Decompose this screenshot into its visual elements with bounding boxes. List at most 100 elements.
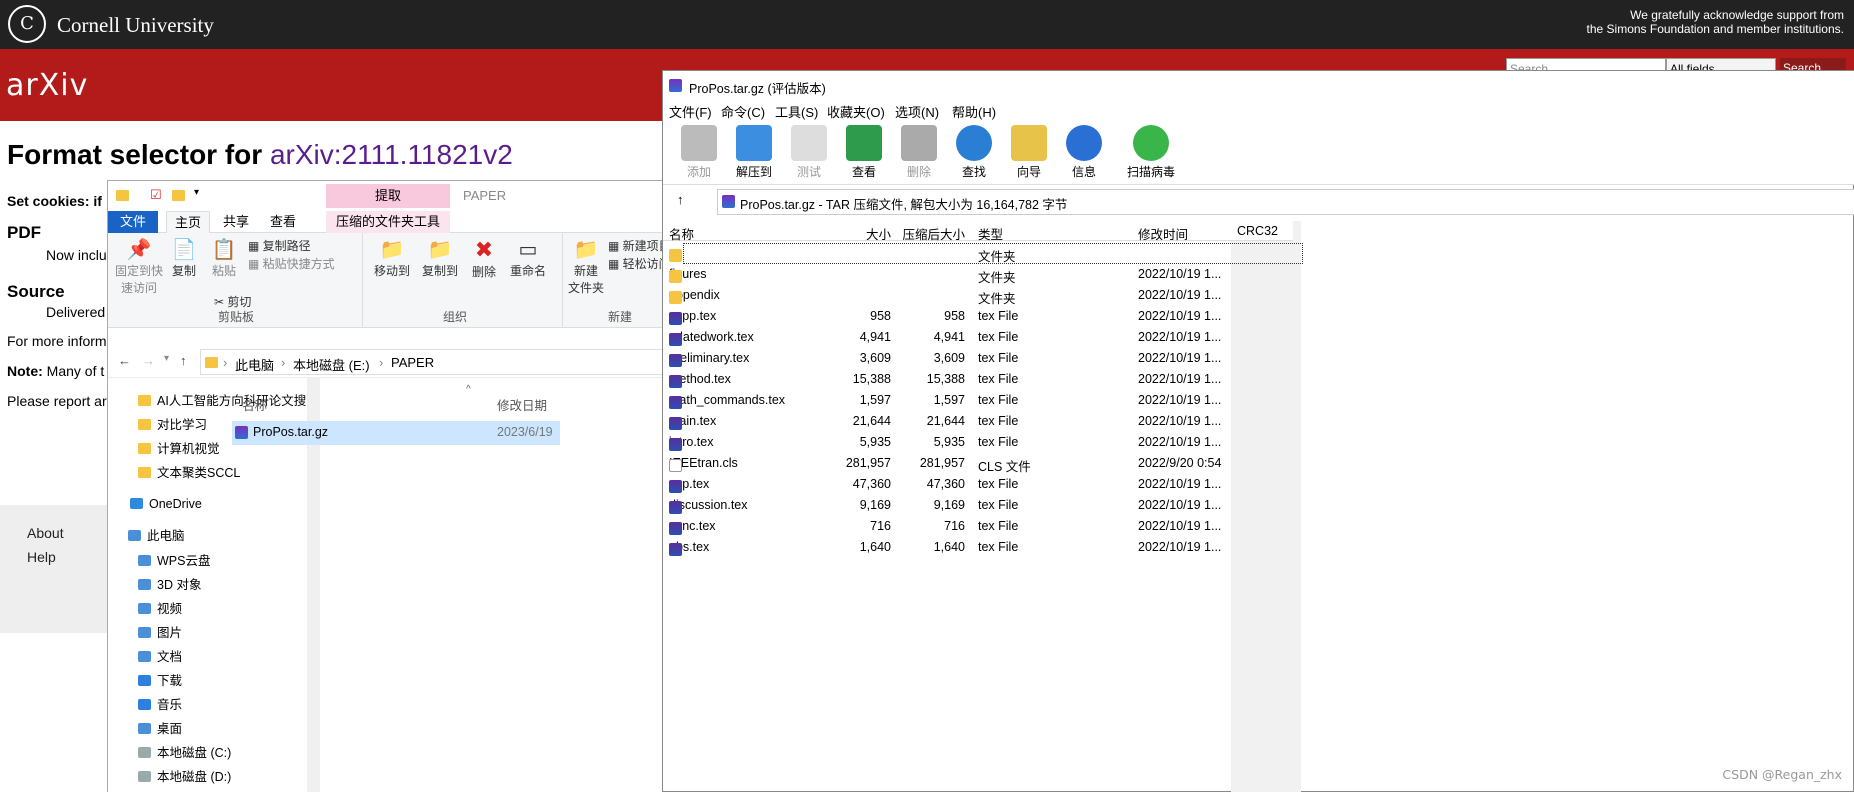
pin-button[interactable]: 📌 固定到快 速访问 — [112, 237, 166, 296]
menu-help[interactable]: 帮助(H) — [952, 102, 996, 121]
back-icon[interactable]: ← — [118, 353, 131, 368]
menu-favorites[interactable]: 收藏夹(O) — [827, 102, 885, 121]
chevron-down-icon[interactable]: ▾ — [194, 187, 199, 198]
column-name[interactable]: 名称 — [242, 395, 267, 414]
archive-row[interactable]: abs.tex 1,640 1,640 tex File 2022/10/19 1... — [663, 537, 1293, 558]
menu-file[interactable]: 文件(F) — [669, 102, 712, 121]
explorer-window: ☑ ▾ 提取 PAPER 文件 主页 共享 查看 压缩的文件夹工具 📌 固定到快 … — [107, 180, 671, 792]
nav-item-label: OneDrive — [149, 497, 202, 511]
folder-icon[interactable] — [116, 190, 129, 201]
menu-options[interactable]: 选项(N) — [895, 102, 939, 121]
header-packed[interactable]: 压缩后大小 — [895, 224, 965, 243]
nav-item[interactable]: 本地磁盘 (C:) — [138, 742, 231, 764]
cell-name: method.tex — [669, 372, 731, 388]
archive-row[interactable]: supp.tex 958 958 tex File 2022/10/19 1... — [663, 306, 1293, 327]
nav-item[interactable]: 视频 — [138, 598, 182, 620]
cell-packed: 958 — [944, 309, 965, 323]
nav-item[interactable]: 文档 — [138, 646, 182, 668]
add-button[interactable]: 添加 — [673, 121, 725, 180]
archive-row[interactable]: preliminary.tex 3,609 3,609 tex File 2022/10… — [663, 348, 1293, 369]
tab-extract[interactable]: 提取 — [326, 184, 450, 208]
paste-shortcut-button[interactable]: ▦ 粘贴快捷方式 — [248, 255, 335, 272]
copy-path-button[interactable]: ▦ 复制路径 — [248, 237, 311, 254]
nav-item[interactable]: 本地磁盘 (D:) — [138, 766, 231, 788]
up-icon[interactable]: ↑ — [677, 192, 684, 207]
header-modified[interactable]: 修改时间 — [1138, 224, 1188, 243]
test-label: 测试 — [796, 165, 821, 179]
cell-name: math_commands.tex — [669, 393, 786, 409]
menu-tools[interactable]: 工具(S) — [775, 102, 818, 121]
test-button[interactable]: 测试 — [783, 121, 835, 180]
view-button[interactable]: 查看 — [838, 121, 890, 180]
trash-icon — [901, 125, 937, 161]
nav-item[interactable]: 桌面 — [138, 718, 182, 740]
wizard-button[interactable]: 向导 — [1003, 121, 1055, 180]
archive-row[interactable]: figures 文件夹 2022/10/19 1... — [663, 264, 1293, 285]
archive-row[interactable]: main.tex 21,644 21,644 tex File 2022/10/19 1… — [663, 411, 1293, 432]
menu-command[interactable]: 命令(C) — [721, 102, 765, 121]
cornell-logo[interactable]: C — [8, 5, 46, 43]
tab-home[interactable]: 主页 — [166, 211, 210, 233]
about-link[interactable]: About — [27, 525, 64, 541]
nav-item[interactable]: 对比学习 — [138, 414, 207, 436]
extract-button[interactable]: 解压到 — [728, 121, 780, 180]
archive-row[interactable]: appendix 文件夹 2022/10/19 1... — [663, 285, 1293, 306]
check-icon[interactable]: ☑ — [150, 187, 162, 203]
archive-row[interactable]: conc.tex 716 716 tex File 2022/10/19 1... — [663, 516, 1293, 537]
breadcrumb[interactable]: › 此电脑 › 本地磁盘 (E:) › PAPER — [200, 349, 668, 375]
archive-row[interactable]: intro.tex 5,935 5,935 tex File 2022/10/19 1.… — [663, 432, 1293, 453]
file-row[interactable]: ProPos.tar.gz 2023/6/19 — [232, 421, 560, 445]
copy-button[interactable]: 📄 复制 — [166, 237, 202, 279]
rename-button[interactable]: ▭ 重命名 — [504, 237, 552, 279]
column-date[interactable]: 修改日期 — [497, 395, 547, 414]
find-button[interactable]: 查找 — [948, 121, 1000, 180]
nav-item[interactable]: 音乐 — [138, 694, 182, 716]
cell-type: tex File — [978, 414, 1019, 428]
virus-scan-button[interactable]: 扫描病毒 — [1118, 121, 1184, 180]
new-folder-button[interactable]: 📁 新建 文件夹 — [566, 237, 606, 296]
help-link[interactable]: Help — [27, 549, 56, 565]
archive-row[interactable]: IEEEtran.cls 281,957 281,957 CLS 文件 2022/9/2… — [663, 453, 1293, 474]
info-button[interactable]: 信息 — [1058, 121, 1110, 180]
up-icon[interactable]: ↑ — [180, 353, 187, 368]
nav-item[interactable]: WPS云盘 — [138, 550, 210, 572]
delete-button[interactable]: 删除 — [893, 121, 945, 180]
new-folder-icon[interactable] — [172, 190, 185, 201]
forward-icon[interactable]: → — [142, 353, 155, 368]
nav-item[interactable]: 文本聚类SCCL — [138, 462, 240, 484]
file-name: math_commands.tex — [669, 393, 786, 407]
title-id[interactable]: arXiv:2111.11821v2 — [270, 139, 513, 170]
chevron-down-icon[interactable]: ▾ — [164, 353, 169, 364]
move-to-button[interactable]: 📁 移动到 — [370, 237, 414, 279]
archive-row[interactable]: relatedwork.tex 4,941 4,941 tex File 2022/10… — [663, 327, 1293, 348]
arxiv-logo[interactable]: arXiv — [6, 68, 88, 103]
archive-row[interactable]: method.tex 15,388 15,388 tex File 2022/10/19… — [663, 369, 1293, 390]
archive-row[interactable]: math_commands.tex 1,597 1,597 tex File 2022/… — [663, 390, 1293, 411]
nav-item[interactable]: 下载 — [138, 670, 182, 692]
header-name[interactable]: 名称 — [669, 224, 694, 243]
header-type[interactable]: 类型 — [978, 224, 1003, 243]
delete-button[interactable]: ✖ 删除 — [466, 237, 502, 280]
breadcrumb-pc[interactable]: 此电脑 — [235, 355, 274, 374]
nav-item[interactable]: OneDrive — [130, 493, 202, 515]
header-size[interactable]: 大小 — [841, 224, 891, 243]
nav-item[interactable]: 此电脑 — [128, 525, 185, 547]
breadcrumb-paper[interactable]: PAPER — [391, 355, 434, 370]
nav-item[interactable]: 计算机视觉 — [138, 438, 220, 460]
header-crc32[interactable]: CRC32 — [1237, 224, 1278, 238]
archive-row[interactable]: exp.tex 47,360 47,360 tex File 2022/10/19 1.… — [663, 474, 1293, 495]
path-bar[interactable]: ProPos.tar.gz - TAR 压缩文件, 解包大小为 16,164,7… — [717, 189, 1854, 215]
archive-row[interactable]: discussion.tex 9,169 9,169 tex File 2022/10/… — [663, 495, 1293, 516]
nav-item[interactable]: 图片 — [138, 622, 182, 644]
tab-share[interactable]: 共享 — [216, 211, 256, 233]
dl-icon — [138, 675, 151, 686]
nav-item[interactable]: 3D 对象 — [138, 574, 201, 596]
copy-to-button[interactable]: 📁 复制到 — [418, 237, 462, 279]
paste-button[interactable]: 📋 粘贴 — [204, 237, 244, 279]
cornell-name[interactable]: Cornell University — [57, 13, 214, 38]
tab-file[interactable]: 文件 — [108, 211, 158, 233]
tab-view[interactable]: 查看 — [263, 211, 303, 233]
nav-item[interactable]: AI人工智能方向科研论文搜 — [138, 390, 306, 412]
tab-compressed-tools[interactable]: 压缩的文件夹工具 — [326, 211, 450, 233]
breadcrumb-drive[interactable]: 本地磁盘 (E:) — [293, 355, 370, 374]
